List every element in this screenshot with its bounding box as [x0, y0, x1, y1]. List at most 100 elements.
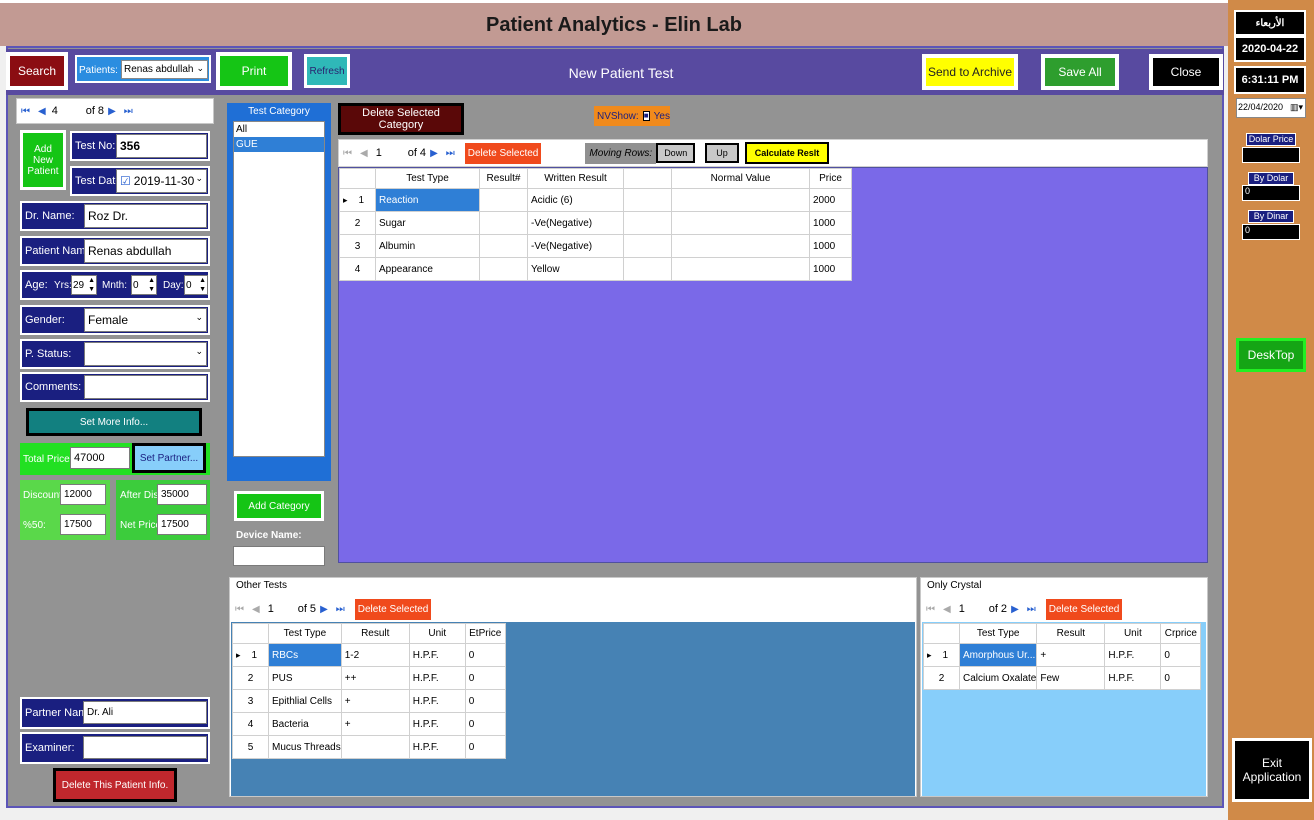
- send-to-archive-button[interactable]: Send to Archive: [922, 54, 1018, 90]
- table-cell[interactable]: -Ve(Negative): [527, 211, 624, 235]
- next-record-icon[interactable]: ▶: [430, 148, 438, 159]
- delete-selected-button[interactable]: Delete Selected: [1045, 598, 1123, 620]
- pstatus-select[interactable]: ⌄: [84, 342, 207, 366]
- table-cell[interactable]: 2000: [809, 188, 852, 212]
- search-button[interactable]: Search: [6, 52, 68, 90]
- table-cell[interactable]: [479, 234, 528, 258]
- table-cell[interactable]: 0: [464, 712, 506, 736]
- category-item-gue[interactable]: GUE: [234, 137, 324, 152]
- table-cell[interactable]: H.P.F.: [1104, 666, 1162, 690]
- column-header[interactable]: Result: [1036, 623, 1106, 644]
- patients-dropdown[interactable]: Renas abdullah ⌄: [121, 60, 208, 79]
- next-record-icon[interactable]: ▶: [320, 604, 328, 615]
- dr-name-field[interactable]: Roz Dr.: [84, 204, 207, 228]
- table-cell[interactable]: 0: [464, 735, 506, 759]
- table-cell[interactable]: [340, 735, 410, 759]
- nvshow-toggle[interactable]: NVShow: ■ Yes: [594, 106, 670, 126]
- prev-record-icon[interactable]: ◀: [38, 106, 46, 117]
- table-cell[interactable]: Mucus Threads: [268, 735, 342, 759]
- table-row[interactable]: ▸ 1 Amorphous Ur... + H.P.F. 0: [923, 643, 1202, 667]
- add-new-patient-button[interactable]: Add New Patient: [20, 130, 66, 190]
- column-header[interactable]: Test Type: [958, 623, 1038, 644]
- table-cell[interactable]: [479, 257, 528, 281]
- first-record-icon[interactable]: ⏮: [21, 106, 30, 117]
- yrs-stepper[interactable]: 29 ▲ ▼: [71, 275, 97, 295]
- next-record-icon[interactable]: ▶: [1011, 604, 1019, 615]
- exit-application-button[interactable]: Exit Application: [1232, 738, 1312, 802]
- table-cell[interactable]: Reaction: [375, 188, 480, 212]
- table-cell[interactable]: Acidic (6): [527, 188, 624, 212]
- table-cell[interactable]: 0: [1160, 643, 1202, 667]
- net-price-field[interactable]: 17500: [157, 514, 207, 535]
- column-header[interactable]: Result: [340, 623, 410, 644]
- table-cell[interactable]: +: [340, 689, 410, 713]
- table-cell[interactable]: [671, 257, 810, 281]
- delete-selected-button[interactable]: Delete Selected: [354, 598, 432, 620]
- table-cell[interactable]: Few: [1036, 666, 1106, 690]
- column-header[interactable]: Test Type: [268, 623, 342, 644]
- first-record-icon[interactable]: ⏮: [343, 148, 352, 159]
- record-position[interactable]: 1: [372, 147, 408, 159]
- day-stepper[interactable]: 0 ▲ ▼: [184, 275, 208, 295]
- table-cell[interactable]: H.P.F.: [408, 643, 466, 667]
- table-cell[interactable]: Amorphous Ur...: [958, 643, 1038, 667]
- delete-selected-category-button[interactable]: Delete Selected Category: [338, 103, 464, 135]
- column-header[interactable]: Price: [809, 168, 852, 189]
- prev-record-icon[interactable]: ◀: [360, 148, 368, 159]
- next-record-icon[interactable]: ▶: [108, 106, 116, 117]
- table-cell[interactable]: 1000: [809, 257, 852, 281]
- table-cell[interactable]: +: [340, 712, 410, 736]
- column-header[interactable]: Result#: [479, 168, 528, 189]
- save-all-button[interactable]: Save All: [1041, 54, 1119, 90]
- table-cell[interactable]: H.P.F.: [408, 666, 466, 690]
- calculate-result-button[interactable]: Calculate Reslt: [744, 142, 830, 164]
- record-position[interactable]: 1: [264, 603, 298, 615]
- table-cell[interactable]: [623, 234, 672, 258]
- table-cell[interactable]: Bacteria: [268, 712, 342, 736]
- column-header[interactable]: [623, 168, 672, 189]
- table-row[interactable]: 4 Bacteria + H.P.F. 0: [232, 712, 506, 736]
- record-position[interactable]: 4: [50, 105, 84, 117]
- table-row[interactable]: ▸ 1 Reaction Acidic (6) 2000: [339, 188, 852, 212]
- last-record-icon[interactable]: ⏭: [1027, 604, 1036, 615]
- table-cell[interactable]: [671, 188, 810, 212]
- add-category-button[interactable]: Add Category: [234, 491, 324, 521]
- comments-field[interactable]: [84, 375, 207, 399]
- prev-record-icon[interactable]: ◀: [252, 604, 260, 615]
- close-button[interactable]: Close: [1149, 54, 1223, 90]
- spinner-icon[interactable]: ▲ ▼: [88, 276, 95, 294]
- table-cell[interactable]: [671, 211, 810, 235]
- column-header[interactable]: Test Type: [375, 168, 480, 189]
- prev-record-icon[interactable]: ◀: [943, 604, 951, 615]
- calendar-icon[interactable]: ▥▾: [1290, 102, 1303, 113]
- table-cell[interactable]: [479, 211, 528, 235]
- device-name-field[interactable]: [233, 546, 325, 566]
- first-record-icon[interactable]: ⏮: [926, 604, 935, 615]
- refresh-button[interactable]: Refresh: [304, 54, 350, 88]
- set-more-info-button[interactable]: Set More Info...: [26, 408, 202, 436]
- test-no-field[interactable]: 356: [116, 134, 207, 158]
- total-price-field[interactable]: 47000: [70, 447, 130, 469]
- table-row[interactable]: 2 Calcium Oxalate Few H.P.F. 0: [923, 666, 1202, 690]
- table-cell[interactable]: H.P.F.: [1104, 643, 1162, 667]
- table-cell[interactable]: H.P.F.: [408, 689, 466, 713]
- table-cell[interactable]: Calcium Oxalate: [958, 666, 1038, 690]
- column-header[interactable]: Normal Value: [671, 168, 810, 189]
- table-cell[interactable]: 1-2: [340, 643, 410, 667]
- table-row[interactable]: 4 Appearance Yellow 1000: [339, 257, 852, 281]
- table-row[interactable]: 5 Mucus Threads H.P.F. 0: [232, 735, 506, 759]
- spinner-icon[interactable]: ▲ ▼: [199, 276, 206, 294]
- last-record-icon[interactable]: ⏭: [336, 604, 345, 615]
- delete-selected-button[interactable]: Delete Selected: [464, 142, 542, 164]
- spinner-icon[interactable]: ▲ ▼: [148, 276, 155, 294]
- test-date-picker[interactable]: ☑ 2019-11-30 ⌄: [116, 169, 207, 193]
- discount-field[interactable]: 12000: [60, 484, 106, 505]
- move-down-button[interactable]: Down: [656, 143, 696, 163]
- first-record-icon[interactable]: ⏮: [235, 604, 244, 615]
- move-up-button[interactable]: Up: [705, 143, 739, 163]
- checkbox-icon[interactable]: ■: [642, 111, 650, 121]
- table-row[interactable]: 2 Sugar -Ve(Negative) 1000: [339, 211, 852, 235]
- column-header[interactable]: EtPrice: [464, 623, 506, 644]
- by-dolar-field[interactable]: 0: [1242, 185, 1300, 201]
- after-dis-field[interactable]: 35000: [157, 484, 207, 505]
